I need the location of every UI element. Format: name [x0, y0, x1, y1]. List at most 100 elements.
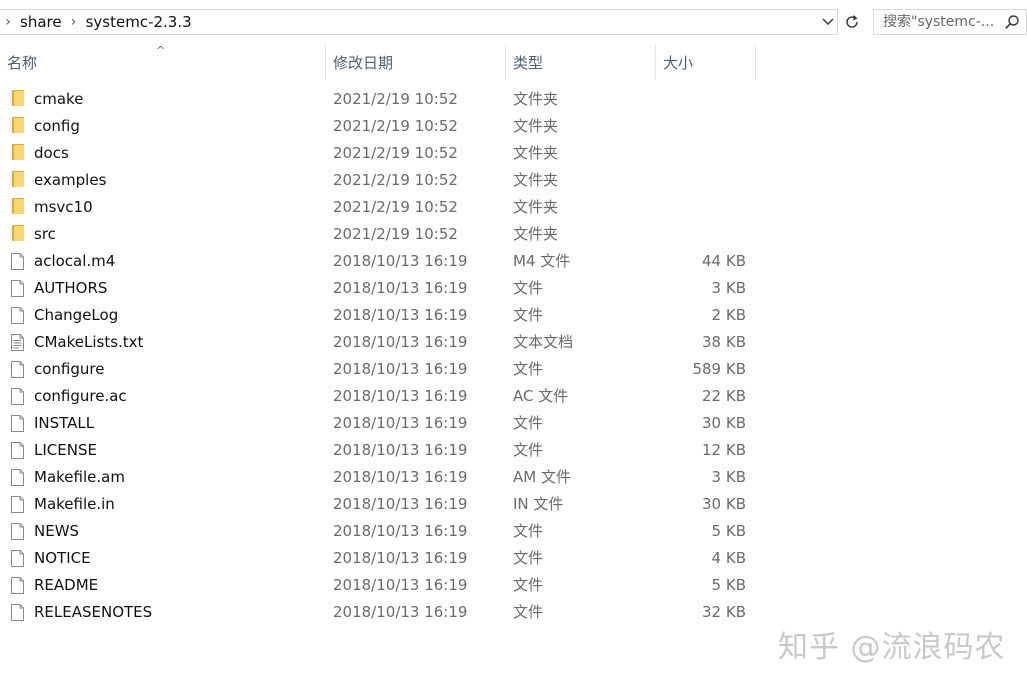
file-name: NOTICE	[34, 549, 91, 567]
file-date: 2018/10/13 16:19	[333, 495, 468, 513]
file-row[interactable]: config 2021/2/19 10:52 文件夹	[0, 113, 1027, 140]
file-row[interactable]: aclocal.m4 2018/10/13 16:19 M4 文件 44 KB	[0, 248, 1027, 275]
file-date: 2018/10/13 16:19	[333, 603, 468, 621]
file-type: 文件	[513, 306, 544, 324]
file-size: 5 KB	[711, 522, 746, 540]
folder-icon	[11, 198, 27, 216]
file-row[interactable]: Makefile.am 2018/10/13 16:19 AM 文件 3 KB	[0, 464, 1027, 491]
file-date: 2018/10/13 16:19	[333, 576, 468, 594]
file-type: AC 文件	[513, 387, 569, 405]
file-name: RELEASENOTES	[34, 603, 153, 621]
file-icon	[11, 387, 27, 405]
file-size: 4 KB	[711, 549, 746, 567]
file-row[interactable]: cmake 2021/2/19 10:52 文件夹	[0, 86, 1027, 113]
file-icon	[11, 414, 27, 432]
file-size: 44 KB	[702, 252, 746, 270]
file-size: 12 KB	[702, 441, 746, 459]
chevron-right-icon[interactable]: ›	[66, 14, 82, 30]
file-list: cmake 2021/2/19 10:52 文件夹 config 2021/2/19 1…	[0, 86, 1027, 626]
refresh-button[interactable]	[840, 9, 864, 35]
folder-icon	[11, 171, 27, 189]
file-row[interactable]: Makefile.in 2018/10/13 16:19 IN 文件 30 KB	[0, 491, 1027, 518]
breadcrumb[interactable]: › share › systemc-2.3.3	[0, 9, 838, 35]
file-name: INSTALL	[34, 414, 95, 432]
file-date: 2021/2/19 10:52	[333, 117, 458, 135]
file-row[interactable]: INSTALL 2018/10/13 16:19 文件 30 KB	[0, 410, 1027, 437]
column-header-name[interactable]: 名称	[0, 44, 325, 80]
file-row[interactable]: src 2021/2/19 10:52 文件夹	[0, 221, 1027, 248]
file-size: 30 KB	[702, 414, 746, 432]
file-icon	[11, 495, 27, 513]
file-type: 文件夹	[513, 171, 559, 189]
folder-icon	[11, 117, 27, 135]
file-name: configure	[34, 360, 105, 378]
file-icon	[11, 252, 27, 270]
file-type: IN 文件	[513, 495, 564, 513]
file-icon	[11, 603, 27, 621]
file-size: 5 KB	[711, 576, 746, 594]
column-header-type[interactable]: 类型	[506, 44, 656, 80]
file-row[interactable]: examples 2021/2/19 10:52 文件夹	[0, 167, 1027, 194]
column-divider[interactable]	[755, 44, 756, 80]
file-date: 2018/10/13 16:19	[333, 306, 468, 324]
file-date: 2018/10/13 16:19	[333, 414, 468, 432]
file-name: docs	[34, 144, 69, 162]
file-name: Makefile.in	[34, 495, 115, 513]
file-icon	[11, 576, 27, 594]
file-row[interactable]: NOTICE 2018/10/13 16:19 文件 4 KB	[0, 545, 1027, 572]
file-name: LICENSE	[34, 441, 97, 459]
file-icon	[11, 549, 27, 567]
file-type: 文件夹	[513, 198, 559, 216]
file-row[interactable]: configure 2018/10/13 16:19 文件 589 KB	[0, 356, 1027, 383]
file-type: 文件	[513, 549, 544, 567]
file-name: AUTHORS	[34, 279, 108, 297]
file-type: 文件	[513, 441, 544, 459]
file-name: msvc10	[34, 198, 93, 216]
file-date: 2018/10/13 16:19	[333, 333, 468, 351]
file-row[interactable]: msvc10 2021/2/19 10:52 文件夹	[0, 194, 1027, 221]
chevron-down-icon[interactable]	[820, 14, 836, 30]
file-row[interactable]: configure.ac 2018/10/13 16:19 AC 文件 22 KB	[0, 383, 1027, 410]
file-size: 32 KB	[702, 603, 746, 621]
column-header-size-label: 大小	[663, 53, 694, 72]
chevron-right-icon[interactable]: ›	[0, 14, 16, 30]
file-date: 2021/2/19 10:52	[333, 225, 458, 243]
breadcrumb-item-current[interactable]: systemc-2.3.3	[82, 13, 196, 31]
file-size: 38 KB	[702, 333, 746, 351]
column-header-date-label: 修改日期	[333, 53, 394, 72]
file-name: CMakeLists.txt	[34, 333, 144, 351]
search-input[interactable]	[874, 14, 1001, 30]
file-name: src	[34, 225, 56, 243]
file-type: M4 文件	[513, 252, 571, 270]
file-row[interactable]: NEWS 2018/10/13 16:19 文件 5 KB	[0, 518, 1027, 545]
file-row[interactable]: ChangeLog 2018/10/13 16:19 文件 2 KB	[0, 302, 1027, 329]
column-header-name-label: 名称	[7, 53, 38, 72]
search-icon[interactable]	[1004, 14, 1020, 30]
folder-icon	[11, 90, 27, 108]
text-file-icon	[11, 333, 27, 351]
file-name: NEWS	[34, 522, 80, 540]
file-type: 文件夹	[513, 117, 559, 135]
breadcrumb-item-share[interactable]: share	[16, 13, 66, 31]
file-icon	[11, 522, 27, 540]
column-headers: ^ 名称 修改日期 类型 大小	[0, 44, 1027, 80]
file-type: 文件	[513, 360, 544, 378]
file-type: 文件	[513, 279, 544, 297]
column-header-size[interactable]: 大小	[656, 44, 756, 80]
file-row[interactable]: CMakeLists.txt 2018/10/13 16:19 文本文档 38 KB	[0, 329, 1027, 356]
file-icon	[11, 360, 27, 378]
file-name: ChangeLog	[34, 306, 119, 324]
file-row[interactable]: AUTHORS 2018/10/13 16:19 文件 3 KB	[0, 275, 1027, 302]
file-name: configure.ac	[34, 387, 127, 405]
file-date: 2021/2/19 10:52	[333, 171, 458, 189]
file-type: 文件	[513, 576, 544, 594]
file-date: 2018/10/13 16:19	[333, 468, 468, 486]
search-box[interactable]	[873, 9, 1027, 35]
file-size: 22 KB	[702, 387, 746, 405]
file-date: 2018/10/13 16:19	[333, 522, 468, 540]
file-row[interactable]: LICENSE 2018/10/13 16:19 文件 12 KB	[0, 437, 1027, 464]
file-row[interactable]: docs 2021/2/19 10:52 文件夹	[0, 140, 1027, 167]
file-date: 2018/10/13 16:19	[333, 252, 468, 270]
file-row[interactable]: README 2018/10/13 16:19 文件 5 KB	[0, 572, 1027, 599]
column-header-date[interactable]: 修改日期	[326, 44, 506, 80]
